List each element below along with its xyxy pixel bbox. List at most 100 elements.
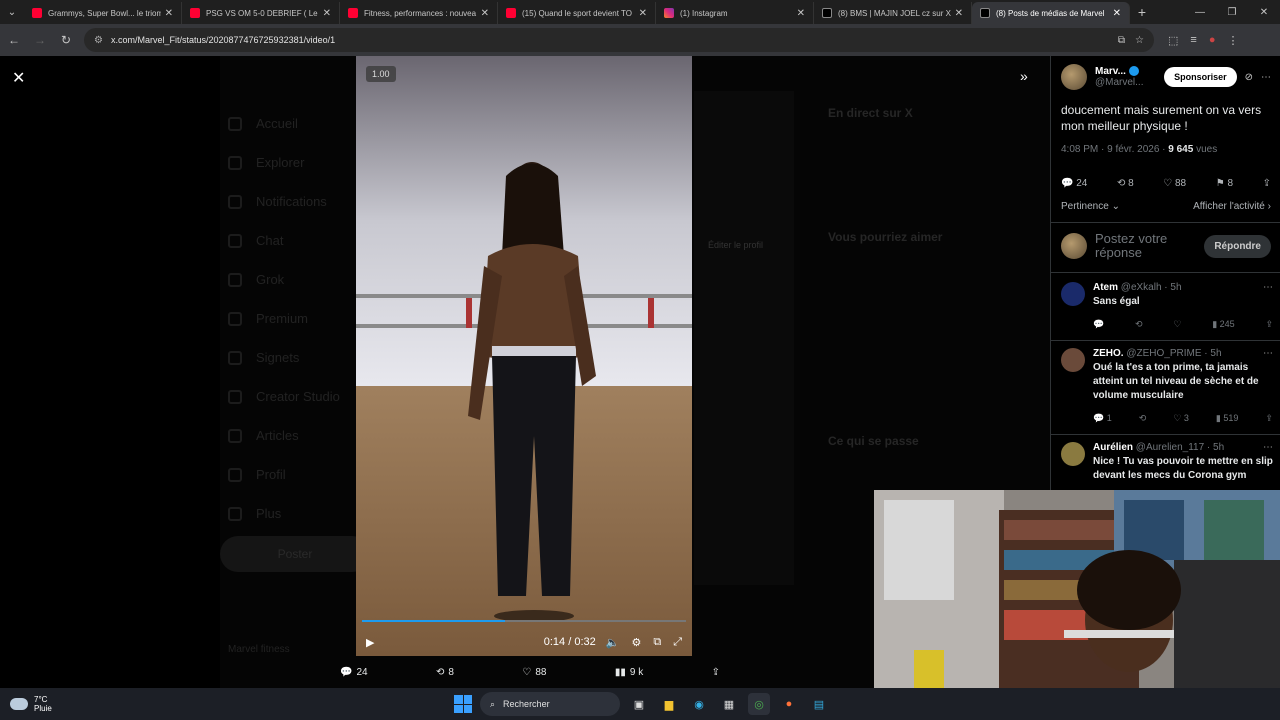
firefox-icon[interactable]: ●: [778, 693, 800, 715]
close-window-icon[interactable]: ✕: [1248, 0, 1280, 24]
reply-item[interactable]: ZEHO. @ZEHO_PRIME · 5h Oué la t'es a ton …: [1061, 348, 1273, 424]
views-action[interactable]: ▮▮ 9 k: [615, 667, 643, 678]
settings-gear-icon[interactable]: ⚙: [631, 636, 641, 649]
tab-search-icon[interactable]: ⌄: [0, 0, 24, 24]
avatar[interactable]: [1061, 442, 1085, 466]
forward-icon[interactable]: →: [28, 28, 52, 52]
fullscreen-icon[interactable]: ⤢: [673, 636, 682, 649]
browser-tab[interactable]: Fitness, performances : nouvea ✕: [340, 2, 498, 24]
author-handle[interactable]: @Marvel...: [1095, 77, 1144, 88]
task-view-icon[interactable]: ▣: [628, 693, 650, 715]
collapse-panel-icon[interactable]: »: [1020, 68, 1028, 84]
tab-close-icon[interactable]: ✕: [165, 8, 173, 19]
panel-like-button[interactable]: ♡ 88: [1163, 178, 1186, 189]
reply-icon[interactable]: 💬: [1093, 319, 1104, 330]
cast-icon[interactable]: ⧉: [1118, 35, 1125, 46]
video-time: 0:14 / 0:32: [543, 636, 596, 648]
heart-icon[interactable]: ♡: [1173, 319, 1181, 330]
heart-icon[interactable]: ♡ 3: [1173, 413, 1189, 424]
reply-item[interactable]: Atem @eXkalh · 5h Sans égal ⋯ 💬 ⟲ ♡ ▮ 245 ⇪: [1061, 282, 1273, 330]
browser-tab[interactable]: PSG VS OM 5-0 DEBRIEF ( Le Cl ✕: [182, 2, 340, 24]
tab-close-icon[interactable]: ✕: [797, 8, 805, 19]
browser-tab[interactable]: (1) Instagram ✕: [656, 2, 814, 24]
pip-icon[interactable]: ⧉: [653, 636, 661, 649]
sponsor-button[interactable]: Sponsoriser: [1164, 67, 1237, 87]
taskbar-search[interactable]: ⌕ Rechercher: [480, 692, 620, 716]
repost-action[interactable]: ⟲ 8: [436, 667, 454, 678]
views-icon[interactable]: ▮ 245: [1212, 319, 1234, 330]
play-icon[interactable]: ▶: [366, 636, 374, 649]
tab-close-icon[interactable]: ✕: [323, 8, 331, 19]
reply-handle[interactable]: @ZEHO_PRIME · 5h: [1126, 348, 1221, 359]
reply-handle[interactable]: @eXkalh · 5h: [1121, 282, 1182, 293]
video-player[interactable]: 1.00: [356, 56, 692, 656]
bookmark-star-icon[interactable]: ☆: [1135, 35, 1144, 46]
panel-repost-button[interactable]: ⟲ 8: [1117, 178, 1134, 189]
share-icon[interactable]: ⇪: [1265, 319, 1273, 330]
reply-submit-button[interactable]: Répondre: [1204, 234, 1271, 258]
panel-share-icon[interactable]: ⇪: [1263, 178, 1271, 189]
media-icon[interactable]: ≡: [1190, 34, 1196, 47]
video-progress-track[interactable]: [362, 620, 686, 622]
maximize-icon[interactable]: ❐: [1216, 0, 1248, 24]
reply-icon[interactable]: 💬 1: [1093, 413, 1112, 424]
panel-reply-button[interactable]: 💬 24: [1061, 178, 1087, 189]
tab-close-icon[interactable]: ✕: [1113, 8, 1121, 19]
site-info-icon[interactable]: ⚙: [94, 35, 103, 46]
views-icon[interactable]: ▮ 519: [1216, 413, 1238, 424]
instagram-icon: [664, 8, 674, 18]
reload-icon[interactable]: ↻: [54, 28, 78, 52]
tab-close-icon[interactable]: ✕: [955, 8, 963, 19]
url-bar[interactable]: ⚙ x.com/Marvel_Fit/status/20208774767259…: [84, 28, 1154, 52]
reply-author[interactable]: ZEHO.: [1093, 348, 1124, 359]
avatar[interactable]: [1061, 348, 1085, 372]
activity-link[interactable]: Afficher l'activité ›: [1193, 201, 1271, 212]
sort-dropdown[interactable]: Pertinence ⌄: [1061, 201, 1120, 212]
author-name[interactable]: Marv...: [1095, 66, 1126, 77]
reply-author[interactable]: Atem: [1093, 282, 1118, 293]
more-options-icon[interactable]: ⋯: [1263, 442, 1273, 453]
tab-close-icon[interactable]: ✕: [639, 8, 647, 19]
panel-bookmark-button[interactable]: ⚑ 8: [1216, 178, 1233, 189]
reply-action[interactable]: 💬 24: [340, 667, 368, 678]
reply-author[interactable]: Aurélien: [1093, 442, 1133, 453]
avatar[interactable]: [1061, 282, 1085, 306]
video-controls: ▶ 0:14 / 0:32 🔈 ⚙ ⧉ ⤢: [356, 628, 692, 656]
browser-tab[interactable]: (8) BMS | MAJIN JOEL cz sur X ✕: [814, 2, 972, 24]
edge-icon[interactable]: ◉: [688, 693, 710, 715]
browser-tab[interactable]: (15) Quand le sport devient TO ✕: [498, 2, 656, 24]
more-options-icon[interactable]: ⋯: [1261, 72, 1271, 83]
like-action[interactable]: ♡ 88: [522, 667, 546, 678]
share-icon[interactable]: ⇪: [712, 667, 720, 678]
browser-tab[interactable]: Grammys, Super Bowl... le triomphe ✕: [24, 2, 182, 24]
repost-icon[interactable]: ⟲: [1139, 413, 1147, 424]
back-icon[interactable]: ←: [2, 28, 26, 52]
tweet-text: doucement mais surement on va vers mon m…: [1061, 103, 1262, 133]
reply-text: Sans égal: [1093, 296, 1140, 307]
app-icon[interactable]: ▤: [808, 693, 830, 715]
tab-close-icon[interactable]: ✕: [481, 8, 489, 19]
chrome-icon[interactable]: ◎: [748, 693, 770, 715]
tweet-timestamp[interactable]: 4:08 PM · 9 févr. 2026 ·: [1061, 144, 1168, 155]
profile-icon[interactable]: ●: [1209, 34, 1216, 47]
reply-input[interactable]: Postez votre réponse: [1095, 232, 1191, 260]
minimize-icon[interactable]: —: [1184, 0, 1216, 24]
browser-tab[interactable]: (8) Posts de médias de Marvel ✕: [972, 2, 1130, 24]
start-menu-icon[interactable]: [454, 695, 472, 713]
weather-widget[interactable]: 7°C Pluie: [10, 695, 52, 713]
views-icon: ▮▮: [614, 666, 626, 678]
more-options-icon[interactable]: ⋯: [1263, 348, 1273, 359]
store-icon[interactable]: ▦: [718, 693, 740, 715]
grok-icon[interactable]: ⊘: [1245, 72, 1253, 83]
file-explorer-icon[interactable]: ▆: [658, 693, 680, 715]
menu-icon[interactable]: ⋮: [1227, 34, 1238, 47]
extensions-icon[interactable]: ⬚: [1168, 34, 1178, 47]
share-icon[interactable]: ⇪: [1265, 413, 1273, 424]
more-options-icon[interactable]: ⋯: [1263, 282, 1273, 293]
new-tab-button[interactable]: +: [1130, 4, 1154, 20]
reply-handle[interactable]: @Aurelien_117 · 5h: [1136, 442, 1224, 453]
close-viewer-icon[interactable]: ✕: [12, 68, 25, 88]
volume-icon[interactable]: 🔈: [606, 636, 620, 649]
repost-icon[interactable]: ⟲: [1135, 319, 1143, 330]
avatar[interactable]: [1061, 64, 1087, 90]
